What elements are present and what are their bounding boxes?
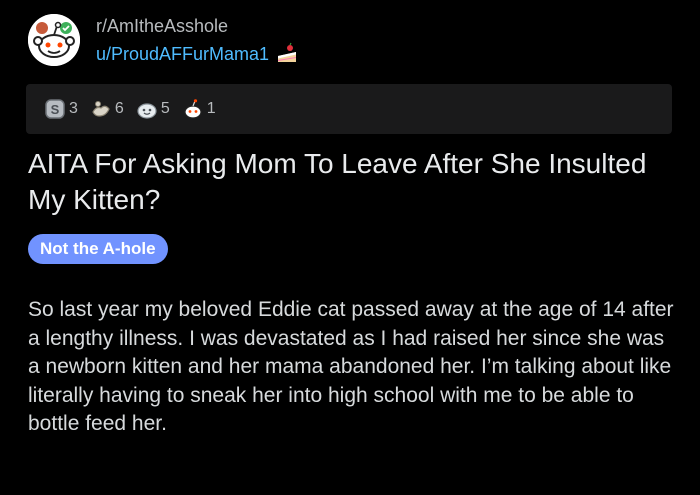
award-helpful[interactable]: 6 bbox=[90, 98, 124, 120]
award-silver[interactable]: S 3 bbox=[44, 98, 78, 120]
cake-icon bbox=[278, 42, 297, 62]
post-flair-badge[interactable]: Not the A-hole bbox=[28, 234, 168, 264]
snoo-award-icon bbox=[184, 99, 202, 119]
post-title[interactable]: AITA For Asking Mom To Leave After She I… bbox=[28, 146, 668, 218]
author-username[interactable]: u/ProudAFFurMama1 bbox=[96, 44, 269, 65]
awards-bar[interactable]: S 3 6 5 1 bbox=[26, 84, 672, 134]
silver-award-icon: S bbox=[45, 99, 65, 119]
post-header: r/AmItheAsshole u/ProudAFFurMama1 bbox=[28, 14, 688, 74]
svg-text:S: S bbox=[51, 102, 60, 117]
award-count: 5 bbox=[160, 100, 170, 117]
award-count: 1 bbox=[206, 100, 216, 117]
subreddit-name[interactable]: r/AmItheAsshole bbox=[96, 16, 228, 37]
post-body: So last year my beloved Eddie cat passed… bbox=[28, 298, 674, 435]
wholesome-award-icon bbox=[137, 103, 157, 119]
award-count: 6 bbox=[114, 100, 124, 117]
award-count: 3 bbox=[69, 100, 78, 117]
award-wholesome[interactable]: 5 bbox=[136, 98, 170, 120]
subreddit-avatar[interactable] bbox=[28, 14, 80, 66]
snoo-icon bbox=[28, 14, 80, 66]
author-row: u/ProudAFFurMama1 bbox=[96, 42, 299, 66]
award-snoo[interactable]: 1 bbox=[182, 98, 216, 120]
helpful-award-icon bbox=[92, 101, 110, 117]
